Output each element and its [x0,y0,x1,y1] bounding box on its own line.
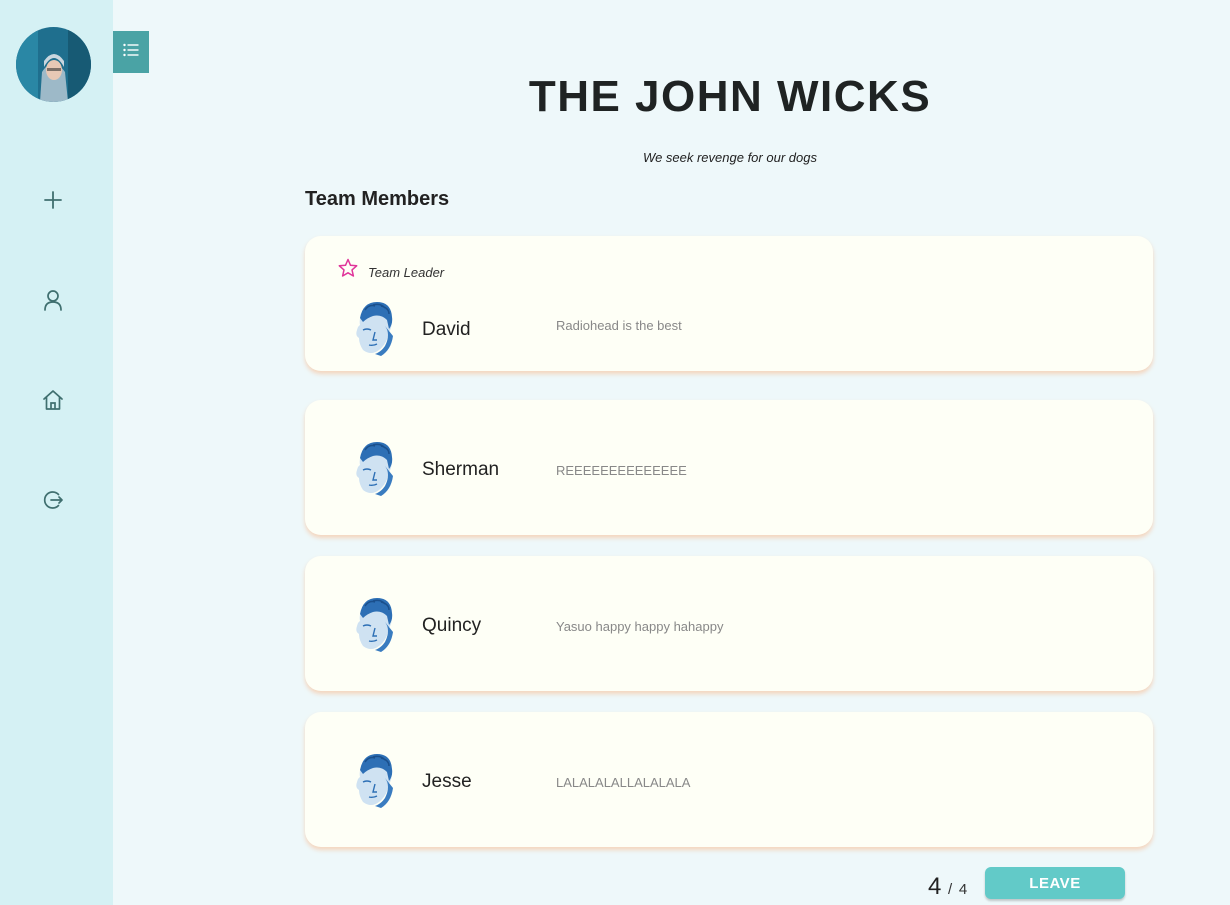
member-avatar-icon [351,440,397,496]
leave-button[interactable]: LEAVE [985,867,1125,899]
member-count-current: 4 [928,873,942,900]
member-card: Jesse LALALALALLALALALA [305,712,1153,847]
plus-icon [43,190,63,215]
logout-icon [42,489,64,516]
profile-avatar[interactable] [16,27,91,102]
member-bio: Yasuo happy happy hahappy [556,619,724,634]
member-card: Sherman REEEEEEEEEEEEEE [305,400,1153,535]
star-icon [338,258,358,283]
member-card: Quincy Yasuo happy happy hahappy [305,556,1153,691]
add-team-button[interactable] [38,187,68,217]
user-icon [42,289,64,316]
member-name: Jesse [422,771,472,792]
member-name: David [422,319,471,340]
team-title: THE JOHN WICKS [528,72,932,121]
member-avatar-icon [351,596,397,652]
app-root: THE JOHN WICKS We seek revenge for our d… [0,0,1230,905]
member-avatar-icon [351,752,397,808]
sidebar [0,0,113,905]
member-avatar-icon [351,300,397,356]
home-icon [42,389,64,416]
home-button[interactable] [38,387,68,417]
team-leader-badge: Team Leader [338,258,444,283]
sidebar-toggle-button[interactable] [113,31,149,73]
profile-button[interactable] [38,287,68,317]
member-count-max: 4 [958,881,968,898]
member-bio: REEEEEEEEEEEEEE [556,463,687,478]
list-icon [123,43,139,62]
member-count: 4 / 4 [928,873,967,901]
member-name: Quincy [422,615,482,636]
team-leader-label: Team Leader [368,265,445,280]
member-count-separator: / [948,881,953,898]
logout-button[interactable] [38,487,68,517]
member-bio: Radiohead is the best [556,318,682,333]
member-bio: LALALALALLALALALA [556,775,691,790]
member-card: Team Leader David Radiohead is the best [305,236,1153,371]
member-name: Sherman [422,459,500,480]
team-motto: We seek revenge for our dogs [643,150,817,165]
team-members-heading: Team Members [305,188,450,210]
